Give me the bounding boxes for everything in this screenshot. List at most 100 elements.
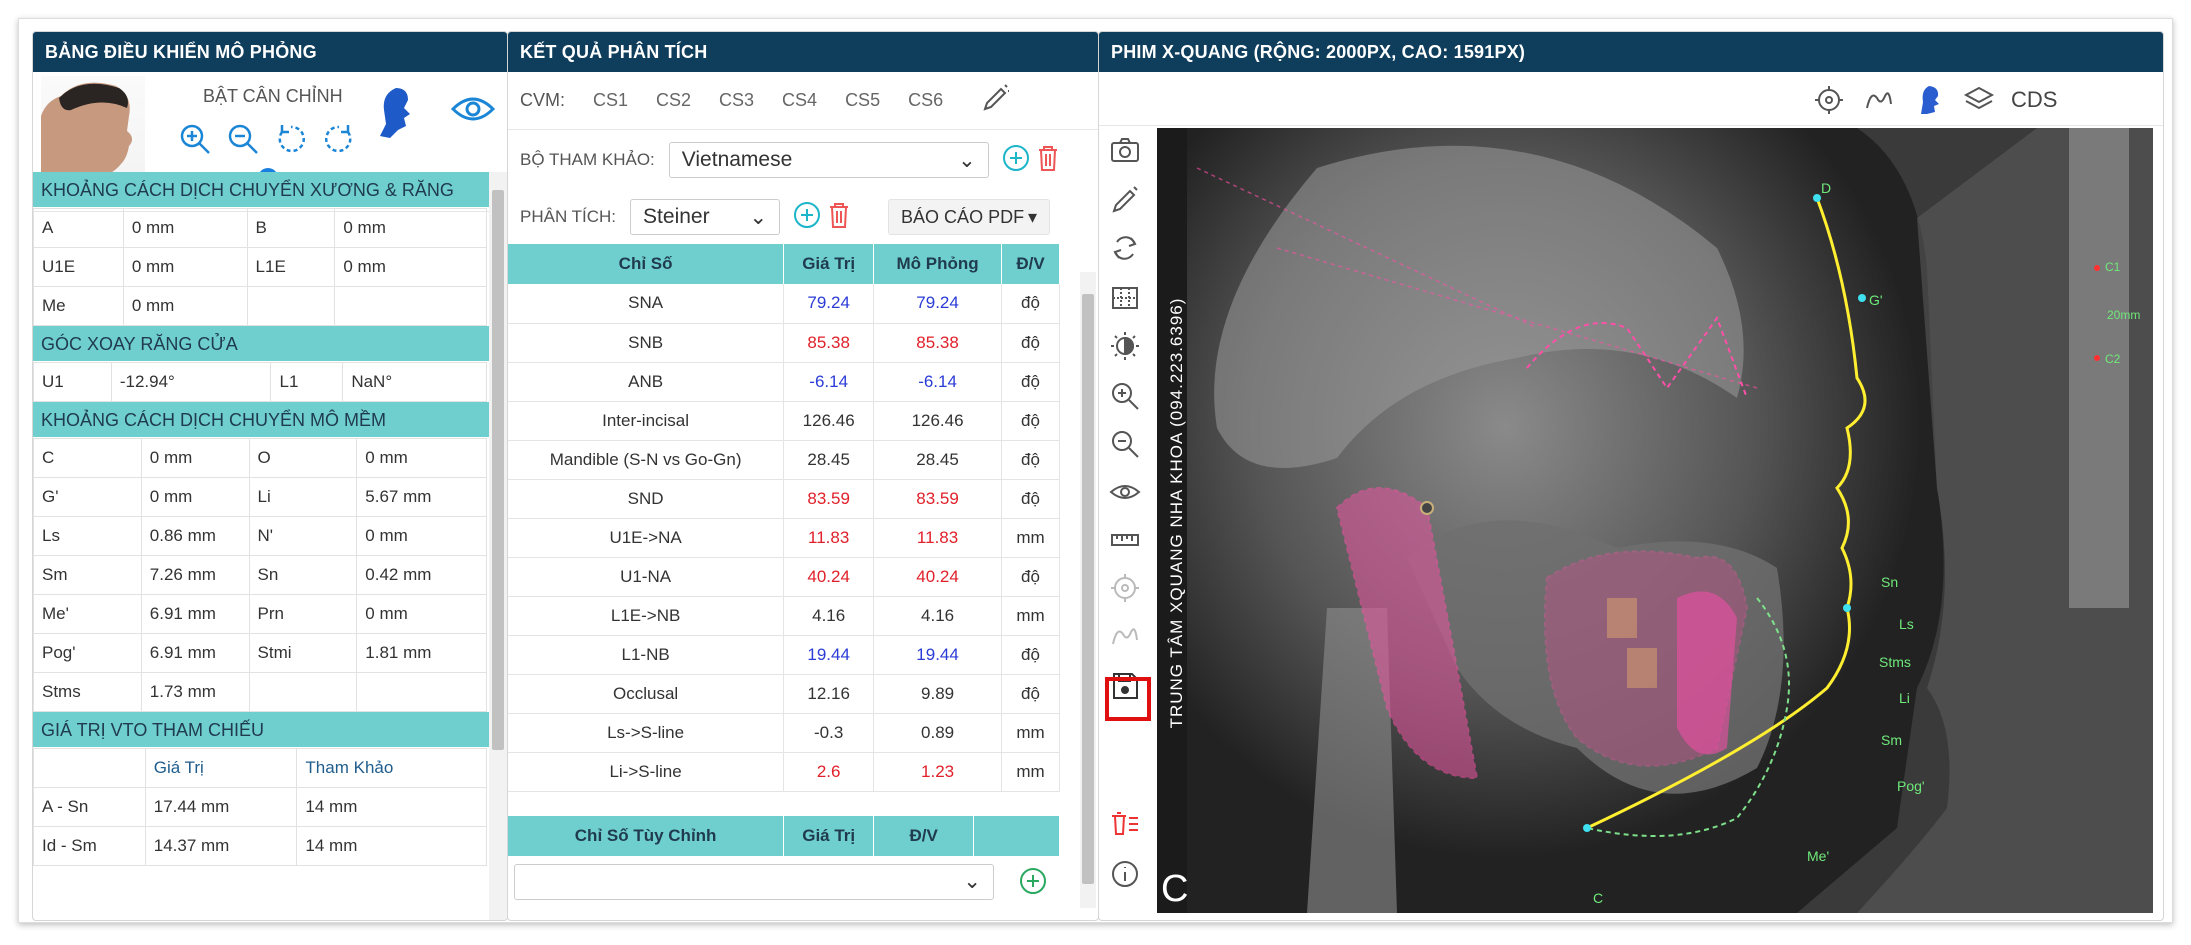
table-header-row: Chỉ Số Giá Trị Mô Phỏng Đ/V xyxy=(508,244,1060,284)
cvm-stage-cs2[interactable]: CS2 xyxy=(656,90,691,111)
chevron-down-icon: ⌄ xyxy=(749,205,768,229)
cell-index-name: Inter-incisal xyxy=(508,401,785,441)
visibility-eye-icon[interactable] xyxy=(1109,476,1141,508)
contrast-grid-icon[interactable] xyxy=(1109,282,1141,314)
add-custom-index-icon[interactable] xyxy=(1018,866,1048,901)
cds-button[interactable]: CDS xyxy=(2011,84,2067,116)
zoom-out-icon[interactable] xyxy=(1109,428,1141,460)
column-header: Đ/V xyxy=(1001,244,1060,284)
pdf-report-label: BÁO CÁO PDF xyxy=(901,206,1025,227)
cell-value: 17.44 mm xyxy=(144,787,298,827)
cvm-stage-cs3[interactable]: CS3 xyxy=(719,90,754,111)
panel-title: KẾT QUẢ PHÂN TÍCH xyxy=(508,32,1098,72)
profile-silhouette-icon[interactable] xyxy=(378,86,414,145)
cell-value: 0 mm xyxy=(334,247,487,287)
cell-unit: độ xyxy=(1001,362,1060,402)
cell-simulation: 0.89 xyxy=(873,713,1003,753)
xray-image[interactable]: D G' C1 20mm C2 Sn Ls Stms Li Sm Pog' Me… xyxy=(1157,128,2153,913)
add-analysis-icon[interactable] xyxy=(792,200,822,235)
column-header-empty xyxy=(973,815,1060,856)
cvm-stage-cs6[interactable]: CS6 xyxy=(908,90,943,111)
cell-index-name: L1E->NB xyxy=(508,596,785,636)
cell-unit: độ xyxy=(1001,440,1060,480)
table-row: Pog' 6.91 mm Stmi 1.81 mm xyxy=(33,633,487,673)
pen-edit-icon[interactable] xyxy=(1109,184,1141,216)
target-landmark-icon[interactable] xyxy=(1813,84,1845,116)
custom-index-select[interactable]: ⌄ xyxy=(514,863,994,900)
soft-table: C0 mm O 0 mm G' 0 mm Li 5.67 mm Ls 0.86 mm N' 0 … xyxy=(33,438,487,712)
zoom-out-icon[interactable] xyxy=(226,122,260,156)
delete-analysis-icon[interactable] xyxy=(826,200,852,235)
table-row: Sm 7.26 mm Sn 0.42 mm xyxy=(33,555,487,595)
pdf-report-button[interactable]: BÁO CÁO PDF ▾ xyxy=(888,199,1051,235)
cell-unit: độ xyxy=(1001,284,1060,324)
landmark-label: Sn xyxy=(1881,574,1899,590)
delete-reference-icon[interactable] xyxy=(1035,143,1061,178)
layers-icon[interactable] xyxy=(1963,84,1995,116)
info-icon[interactable] xyxy=(1109,858,1141,890)
cell-value: 126.46 xyxy=(783,401,875,441)
brightness-icon[interactable] xyxy=(1109,330,1141,362)
cell-unit: độ xyxy=(1001,674,1060,714)
xray-side-toolbar xyxy=(1099,126,1155,912)
cell-value: 0.86 mm xyxy=(140,516,250,556)
curve-trace-icon[interactable] xyxy=(1863,84,1895,116)
cell-key: Id - Sm xyxy=(33,826,146,866)
analysis-select[interactable]: Steiner ⌄ xyxy=(630,199,781,235)
cell-index-name: Li->S-line xyxy=(508,752,785,792)
cell-value xyxy=(356,672,487,712)
camera-icon[interactable] xyxy=(1109,134,1141,166)
landmark-label: C xyxy=(1593,890,1604,906)
table-row: Stms 1.73 mm xyxy=(33,672,487,712)
column-header: Chỉ Số Tùy Chỉnh xyxy=(508,815,785,856)
analysis-select-value: Steiner xyxy=(643,205,710,228)
analysis-label: PHÂN TÍCH: xyxy=(520,207,617,226)
add-reference-icon[interactable] xyxy=(1001,143,1031,178)
middle-scrollbar[interactable] xyxy=(1080,272,1096,908)
reference-select[interactable]: Vietnamese ⌄ xyxy=(668,142,989,178)
target-landmark-icon[interactable] xyxy=(1109,572,1141,604)
ruler-icon[interactable] xyxy=(1109,524,1141,556)
cell-unit: độ xyxy=(1001,635,1060,675)
cell-key xyxy=(248,672,358,712)
left-scrollbar[interactable] xyxy=(489,172,507,920)
cell-key: U1 xyxy=(33,362,112,402)
calibrate-label: BẬT CÂN CHỈNH xyxy=(203,86,343,106)
column-header: Chỉ Số xyxy=(508,244,785,284)
cell-simulation: 40.24 xyxy=(873,557,1003,597)
rotate-left-icon[interactable] xyxy=(274,122,308,156)
visibility-eye-icon[interactable] xyxy=(450,94,496,129)
cvm-stage-cs1[interactable]: CS1 xyxy=(593,90,628,111)
zoom-in-icon[interactable] xyxy=(1109,380,1141,412)
table-row: A0 mm B 0 mm xyxy=(33,208,487,248)
cell-value: 0 mm xyxy=(356,438,487,478)
cell-key: G' xyxy=(33,477,142,517)
curve-trace-icon[interactable] xyxy=(1109,620,1141,652)
panel-title: PHIM X-QUANG (RỘNG: 2000PX, CAO: 1591PX) xyxy=(1099,32,2163,72)
cell-unit: mm xyxy=(1001,713,1060,753)
cell-value: -6.14 xyxy=(783,362,875,402)
table-row: SNA 79.24 79.24 độ xyxy=(508,284,1060,324)
cvm-stage-cs5[interactable]: CS5 xyxy=(845,90,880,111)
cell-key: B xyxy=(246,208,336,248)
scrollbar-thumb[interactable] xyxy=(1082,294,1094,884)
rotation-table: U1 -12.94° L1 NaN° xyxy=(33,362,487,402)
cell-index-name: ANB xyxy=(508,362,785,402)
table-row: ANB -6.14 -6.14 độ xyxy=(508,362,1060,402)
cvm-stage-cs4[interactable]: CS4 xyxy=(782,90,817,111)
cvm-row: CVM: CS1 CS2 CS3 CS4 CS5 CS6 xyxy=(508,72,1098,130)
cell-key: N' xyxy=(248,516,358,556)
cell-value: 0 mm xyxy=(122,247,248,287)
cell-value: 6.91 mm xyxy=(140,633,250,673)
rotate-right-icon[interactable] xyxy=(322,122,356,156)
rotate-icon[interactable] xyxy=(1109,232,1141,264)
cell-index-name: Ls->S-line xyxy=(508,713,785,753)
scrollbar-thumb[interactable] xyxy=(492,190,504,750)
pen-edit-icon[interactable] xyxy=(981,83,1011,118)
zoom-in-icon[interactable] xyxy=(178,122,212,156)
cell-key: A xyxy=(33,208,124,248)
profile-silhouette-icon[interactable] xyxy=(1913,84,1945,116)
delete-list-icon[interactable] xyxy=(1109,808,1141,840)
table-header-row: Giá Trị Tham Khảo xyxy=(33,748,487,788)
cell-simulation: 83.59 xyxy=(873,479,1003,519)
